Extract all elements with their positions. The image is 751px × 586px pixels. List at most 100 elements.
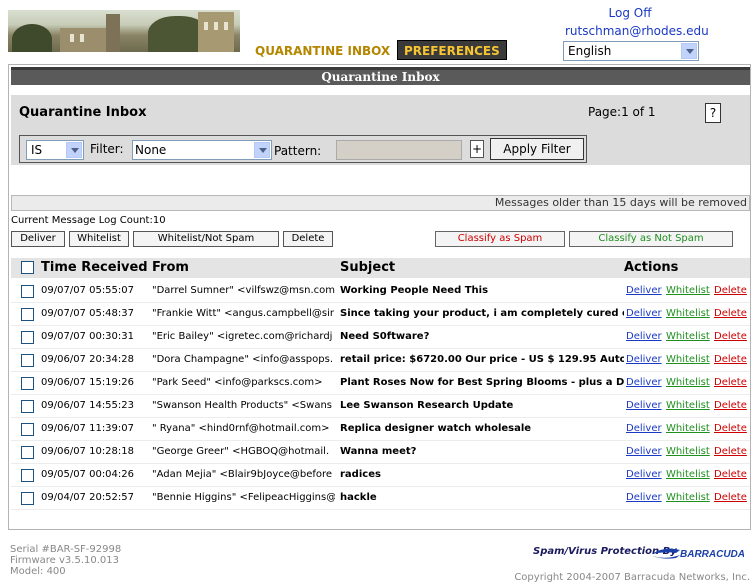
row-delete-link[interactable]: Delete <box>714 354 747 365</box>
row-whitelist-link[interactable]: Whitelist <box>666 285 710 296</box>
row-subject[interactable]: Working People Need This <box>340 285 624 296</box>
filter-select[interactable]: None <box>132 140 272 160</box>
add-pattern-button[interactable]: + <box>470 140 484 158</box>
row-delete-link[interactable]: Delete <box>714 446 747 457</box>
filter-box: Quarantine Inbox Page:1 of 1 ? IS Filter… <box>11 95 750 165</box>
row-delete-link[interactable]: Delete <box>714 285 747 296</box>
row-subject[interactable]: Replica designer watch wholesale <box>340 423 624 434</box>
row-delete-link[interactable]: Delete <box>714 377 747 388</box>
panel-title: Quarantine Inbox <box>11 67 750 85</box>
table-row: 09/05/07 00:04:26 "Adan Mejia" <Blair9bJo… <box>11 464 750 487</box>
row-deliver-link[interactable]: Deliver <box>626 400 662 411</box>
row-deliver-link[interactable]: Deliver <box>626 354 662 365</box>
column-header-subject[interactable]: Subject <box>340 260 395 275</box>
row-checkbox[interactable] <box>21 469 34 482</box>
row-whitelist-link[interactable]: Whitelist <box>666 354 710 365</box>
chevron-down-icon[interactable] <box>254 142 270 158</box>
row-from: "Adan Mejia" <Blair9bJoyce@before <box>152 469 333 480</box>
row-from: "Park Seed" <info@parkscs.com> <box>152 377 323 388</box>
row-deliver-link[interactable]: Deliver <box>626 469 662 480</box>
row-deliver-link[interactable]: Deliver <box>626 446 662 457</box>
select-all-checkbox[interactable] <box>21 261 34 274</box>
table-row: 09/06/07 10:28:18 "George Greer" <HGBOQ@h… <box>11 441 750 464</box>
whitelist-not-spam-button[interactable]: Whitelist/Not Spam <box>133 231 279 247</box>
row-from: "George Greer" <HGBOQ@hotmail. <box>152 446 330 457</box>
row-delete-link[interactable]: Delete <box>714 469 747 480</box>
row-checkbox[interactable] <box>21 377 34 390</box>
row-subject[interactable]: Wanna meet? <box>340 446 624 457</box>
chevron-down-icon[interactable] <box>66 142 82 158</box>
apply-filter-button[interactable]: Apply Filter <box>490 138 584 160</box>
table-row: 09/04/07 20:52:57 "Bennie Higgins" <Felip… <box>11 487 750 510</box>
row-checkbox[interactable] <box>21 331 34 344</box>
row-subject[interactable]: Lee Swanson Research Update <box>340 400 624 411</box>
logoff-link[interactable]: Log Off <box>590 6 670 20</box>
row-from: "Bennie Higgins" <FelipeacHiggins@ <box>152 492 335 503</box>
column-header-time[interactable]: Time Received <box>41 260 148 275</box>
row-checkbox[interactable] <box>21 423 34 436</box>
tab-preferences[interactable]: PREFERENCES <box>397 40 507 60</box>
row-whitelist-link[interactable]: Whitelist <box>666 308 710 319</box>
row-delete-link[interactable]: Delete <box>714 492 747 503</box>
help-button[interactable]: ? <box>705 103 721 123</box>
row-time: 09/07/07 00:30:31 <box>41 331 135 342</box>
row-checkbox[interactable] <box>21 446 34 459</box>
serial-number: Serial #BAR-SF-92998 <box>10 544 122 555</box>
row-deliver-link[interactable]: Deliver <box>626 285 662 296</box>
row-time: 09/06/07 14:55:23 <box>41 400 135 411</box>
row-deliver-link[interactable]: Deliver <box>626 308 662 319</box>
copyright: Copyright 2004-2007 Barracuda Networks, … <box>514 572 750 583</box>
row-subject[interactable]: retail price: $6720.00 Our price - US $ … <box>340 354 624 365</box>
table-row: 09/06/07 11:39:07 " Ryana" <hind0rnf@hotm… <box>11 418 750 441</box>
row-checkbox[interactable] <box>21 492 34 505</box>
row-deliver-link[interactable]: Deliver <box>626 423 662 434</box>
classify-not-spam-button[interactable]: Classify as Not Spam <box>569 231 733 247</box>
chevron-down-icon[interactable] <box>681 43 697 59</box>
pattern-input[interactable] <box>336 140 462 160</box>
row-checkbox[interactable] <box>21 308 34 321</box>
row-time: 09/06/07 10:28:18 <box>41 446 135 457</box>
row-checkbox[interactable] <box>21 400 34 413</box>
row-subject[interactable]: Since taking your product, i am complete… <box>340 308 624 319</box>
row-subject[interactable]: radices <box>340 469 624 480</box>
row-whitelist-link[interactable]: Whitelist <box>666 331 710 342</box>
row-deliver-link[interactable]: Deliver <box>626 331 662 342</box>
row-delete-link[interactable]: Delete <box>714 331 747 342</box>
column-header-from[interactable]: From <box>152 260 189 275</box>
row-time: 09/06/07 11:39:07 <box>41 423 135 434</box>
row-subject[interactable]: hackle <box>340 492 624 503</box>
row-whitelist-link[interactable]: Whitelist <box>666 400 710 411</box>
row-checkbox[interactable] <box>21 285 34 298</box>
table-row: 09/06/07 15:19:26 "Park Seed" <info@parks… <box>11 372 750 395</box>
row-whitelist-link[interactable]: Whitelist <box>666 423 710 434</box>
row-checkbox[interactable] <box>21 354 34 367</box>
row-whitelist-link[interactable]: Whitelist <box>666 469 710 480</box>
row-delete-link[interactable]: Delete <box>714 400 747 411</box>
whitelist-button[interactable]: Whitelist <box>69 231 129 247</box>
row-delete-link[interactable]: Delete <box>714 308 747 319</box>
row-time: 09/05/07 00:04:26 <box>41 469 135 480</box>
row-deliver-link[interactable]: Deliver <box>626 377 662 388</box>
row-time: 09/07/07 05:55:07 <box>41 285 135 296</box>
row-deliver-link[interactable]: Deliver <box>626 492 662 503</box>
pattern-label: Pattern: <box>274 144 322 158</box>
language-select[interactable]: English <box>563 41 699 61</box>
filter-label: Filter: <box>90 142 124 156</box>
firmware-version: Firmware v3.5.10.013 <box>10 555 119 566</box>
row-whitelist-link[interactable]: Whitelist <box>666 377 710 388</box>
table-row: 09/07/07 00:30:31 "Eric Bailey" <igretec.… <box>11 326 750 349</box>
row-delete-link[interactable]: Delete <box>714 423 747 434</box>
row-whitelist-link[interactable]: Whitelist <box>666 492 710 503</box>
language-select-value: English <box>568 44 612 58</box>
row-whitelist-link[interactable]: Whitelist <box>666 446 710 457</box>
delete-button[interactable]: Delete <box>283 231 333 247</box>
row-subject[interactable]: Need S0ftware? <box>340 331 624 342</box>
row-from: "Frankie Witt" <angus.campbell@sir <box>152 308 334 319</box>
tab-quarantine-inbox[interactable]: QUARANTINE INBOX <box>248 40 398 60</box>
classify-spam-button[interactable]: Classify as Spam <box>435 231 565 247</box>
barracuda-logo: BARRACUDA <box>652 548 744 560</box>
retention-notice: Messages older than 15 days will be remo… <box>11 195 750 211</box>
operator-select[interactable]: IS <box>26 140 84 160</box>
deliver-button[interactable]: Deliver <box>11 231 65 247</box>
row-subject[interactable]: Plant Roses Now for Best Spring Blooms -… <box>340 377 624 388</box>
